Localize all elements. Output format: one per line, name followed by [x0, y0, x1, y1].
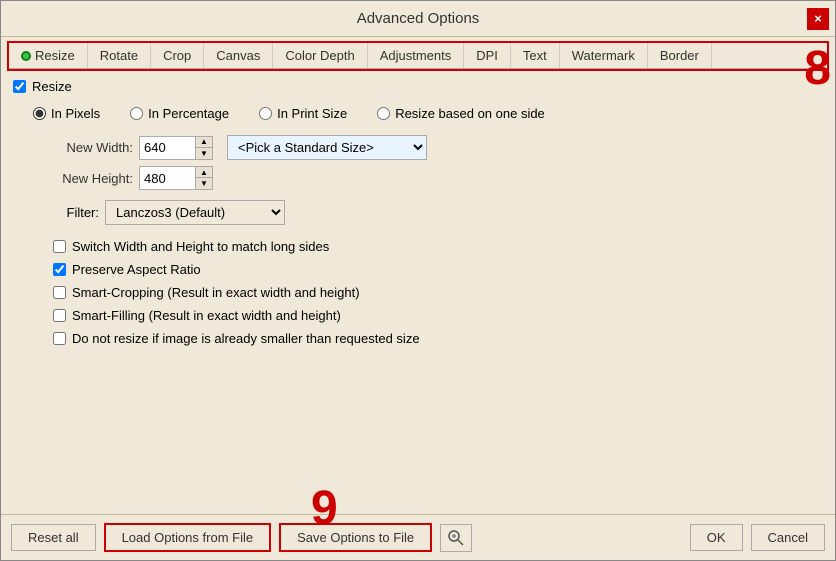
- width-spin-down[interactable]: ▼: [196, 148, 212, 159]
- checkbox-smart-filling[interactable]: [53, 309, 66, 322]
- radio-option-resize-one-side[interactable]: Resize based on one side: [377, 106, 545, 121]
- standard-size-dropdown[interactable]: <Pick a Standard Size> 800x600 1024x768 …: [227, 135, 427, 160]
- bottom-bar: Reset all Load Options from File Save Op…: [1, 514, 835, 560]
- radio-label-in-print-size: In Print Size: [277, 106, 347, 121]
- annotation-8: 8: [804, 41, 831, 96]
- radio-option-in-print-size[interactable]: In Print Size: [259, 106, 347, 121]
- radio-option-in-pixels[interactable]: In Pixels: [33, 106, 100, 121]
- checkbox-row-smart-filling[interactable]: Smart-Filling (Result in exact width and…: [53, 308, 823, 323]
- tab-label-color-depth: Color Depth: [285, 48, 354, 63]
- checkbox-switch-width-height[interactable]: [53, 240, 66, 253]
- radio-label-in-percentage: In Percentage: [148, 106, 229, 121]
- search-icon: [447, 529, 465, 547]
- height-spin-down[interactable]: ▼: [196, 178, 212, 189]
- checkbox-row-smart-cropping[interactable]: Smart-Cropping (Result in exact width an…: [53, 285, 823, 300]
- new-width-input[interactable]: [140, 137, 195, 159]
- radio-input-resize-one-side[interactable]: [377, 107, 390, 120]
- radio-input-in-pixels[interactable]: [33, 107, 46, 120]
- title-bar: Advanced Options ×: [1, 1, 835, 37]
- tab-label-canvas: Canvas: [216, 48, 260, 63]
- checkbox-no-resize-smaller[interactable]: [53, 332, 66, 345]
- height-row: New Height: ▲ ▼: [53, 166, 823, 190]
- tab-border[interactable]: Border: [648, 43, 712, 68]
- checkbox-smart-cropping[interactable]: [53, 286, 66, 299]
- filter-dropdown[interactable]: Lanczos3 (Default) Bilinear Bicubic Box …: [105, 200, 285, 225]
- tab-label-adjustments: Adjustments: [380, 48, 452, 63]
- checkbox-label-switch-width-height: Switch Width and Height to match long si…: [72, 239, 329, 254]
- standard-size-group: <Pick a Standard Size> 800x600 1024x768 …: [227, 135, 427, 160]
- height-spin-buttons: ▲ ▼: [195, 167, 212, 189]
- checkbox-label-smart-filling: Smart-Filling (Result in exact width and…: [72, 308, 341, 323]
- dialog-title: Advanced Options: [357, 10, 480, 27]
- tab-adjustments[interactable]: Adjustments: [368, 43, 465, 68]
- checkboxes-area: Switch Width and Height to match long si…: [53, 239, 823, 346]
- filter-label: Filter:: [53, 205, 99, 220]
- checkbox-row-no-resize-smaller[interactable]: Do not resize if image is already smalle…: [53, 331, 823, 346]
- tab-rotate[interactable]: Rotate: [88, 43, 151, 68]
- dialog: Advanced Options × 8 Resize Rotate Crop Can…: [0, 0, 836, 561]
- radio-label-resize-one-side: Resize based on one side: [395, 106, 545, 121]
- tab-crop[interactable]: Crop: [151, 43, 204, 68]
- resize-enable-row: Resize: [13, 79, 823, 94]
- height-input-group: ▲ ▼: [139, 166, 213, 190]
- tab-label-text: Text: [523, 48, 547, 63]
- save-options-button[interactable]: Save Options to File: [279, 523, 432, 552]
- width-spin-up[interactable]: ▲: [196, 137, 212, 148]
- tab-watermark[interactable]: Watermark: [560, 43, 648, 68]
- new-height-label: New Height:: [53, 171, 133, 186]
- tab-label-crop: Crop: [163, 48, 191, 63]
- width-row: New Width: ▲ ▼ <Pick a Standard Size> 80…: [53, 135, 823, 160]
- ok-button[interactable]: OK: [690, 524, 743, 551]
- tab-label-rotate: Rotate: [100, 48, 138, 63]
- tab-label-watermark: Watermark: [572, 48, 635, 63]
- new-width-label: New Width:: [53, 140, 133, 155]
- checkbox-label-preserve-aspect: Preserve Aspect Ratio: [72, 262, 201, 277]
- resize-checkbox[interactable]: [13, 80, 26, 93]
- tab-resize[interactable]: Resize: [9, 43, 88, 68]
- checkbox-label-no-resize-smaller: Do not resize if image is already smalle…: [72, 331, 420, 346]
- reset-all-button[interactable]: Reset all: [11, 524, 96, 551]
- checkbox-row-preserve-aspect[interactable]: Preserve Aspect Ratio: [53, 262, 823, 277]
- new-height-input[interactable]: [140, 167, 195, 189]
- filter-row: Filter: Lanczos3 (Default) Bilinear Bicu…: [53, 200, 823, 225]
- resize-radio-indicator: [21, 51, 31, 61]
- resize-checkbox-label[interactable]: Resize: [32, 79, 72, 94]
- load-options-button[interactable]: Load Options from File: [104, 523, 272, 552]
- content-area: Resize In Pixels In Percentage In Print Si…: [1, 71, 835, 514]
- tab-label-resize: Resize: [35, 48, 75, 63]
- radio-option-in-percentage[interactable]: In Percentage: [130, 106, 229, 121]
- tab-canvas[interactable]: Canvas: [204, 43, 273, 68]
- tab-label-border: Border: [660, 48, 699, 63]
- tabs-container: Resize Rotate Crop Canvas Color Depth Adjustm…: [7, 41, 829, 71]
- form-rows: New Width: ▲ ▼ <Pick a Standard Size> 80…: [53, 135, 823, 190]
- annotation-9: 9: [311, 481, 338, 536]
- radio-label-in-pixels: In Pixels: [51, 106, 100, 121]
- resize-options: In Pixels In Percentage In Print Size Resiz…: [33, 106, 823, 121]
- checkbox-row-switch-width-height[interactable]: Switch Width and Height to match long si…: [53, 239, 823, 254]
- tab-dpi[interactable]: DPI: [464, 43, 511, 68]
- tabs: Resize Rotate Crop Canvas Color Depth Adjustm…: [9, 43, 827, 69]
- radio-input-in-percentage[interactable]: [130, 107, 143, 120]
- radio-input-in-print-size[interactable]: [259, 107, 272, 120]
- checkbox-preserve-aspect[interactable]: [53, 263, 66, 276]
- cancel-button[interactable]: Cancel: [751, 524, 825, 551]
- tab-text[interactable]: Text: [511, 43, 560, 68]
- tab-label-dpi: DPI: [476, 48, 498, 63]
- width-spin-buttons: ▲ ▼: [195, 137, 212, 159]
- checkbox-label-smart-cropping: Smart-Cropping (Result in exact width an…: [72, 285, 360, 300]
- width-input-group: ▲ ▼: [139, 136, 213, 160]
- search-icon-button[interactable]: [440, 524, 472, 552]
- close-button[interactable]: ×: [807, 8, 829, 30]
- tab-color-depth[interactable]: Color Depth: [273, 43, 367, 68]
- height-spin-up[interactable]: ▲: [196, 167, 212, 178]
